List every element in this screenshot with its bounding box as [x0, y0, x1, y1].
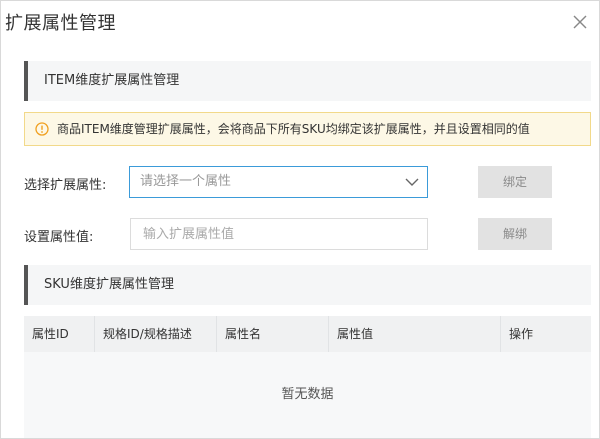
- item-section-title: ITEM维度扩展属性管理: [24, 61, 591, 101]
- notice-banner: 商品ITEM维度管理扩展属性，会将商品下所有SKU均绑定该扩展属性，并且设置相同…: [24, 112, 591, 146]
- close-button[interactable]: [571, 13, 589, 31]
- table-header: 属性ID 规格ID/规格描述 属性名 属性值 操作: [24, 316, 591, 352]
- unbind-button[interactable]: 解绑: [478, 218, 552, 250]
- set-value-label: 设置属性值:: [24, 230, 94, 245]
- attribute-select-placeholder: 请选择一个属性: [140, 174, 232, 189]
- table-empty-state: 暂无数据: [281, 387, 334, 402]
- close-icon: [573, 15, 587, 29]
- column-header-attribute-name: 属性名: [216, 316, 328, 352]
- dialog-title: 扩展属性管理: [5, 13, 116, 34]
- warning-circle-icon: [35, 122, 49, 136]
- column-header-actions: 操作: [500, 316, 591, 352]
- extended-attribute-dialog: 扩展属性管理 ITEM维度扩展属性管理 商品ITEM维度管理扩展属性，会将商品下…: [0, 0, 600, 439]
- notice-text: 商品ITEM维度管理扩展属性，会将商品下所有SKU均绑定该扩展属性，并且设置相同…: [57, 122, 530, 136]
- column-header-spec: 规格ID/规格描述: [94, 316, 216, 352]
- chevron-down-icon: [405, 175, 419, 189]
- column-header-attribute-value: 属性值: [328, 316, 500, 352]
- sku-section-title: SKU维度扩展属性管理: [24, 265, 591, 305]
- attribute-value-input[interactable]: [130, 218, 428, 250]
- column-header-attribute-id: 属性ID: [32, 327, 69, 341]
- attribute-select[interactable]: 请选择一个属性: [129, 166, 428, 198]
- sku-attribute-table: 属性ID 规格ID/规格描述 属性名 属性值 操作 暂无数据: [24, 316, 591, 438]
- select-attribute-label: 选择扩展属性:: [24, 178, 107, 193]
- bind-button[interactable]: 绑定: [478, 166, 552, 198]
